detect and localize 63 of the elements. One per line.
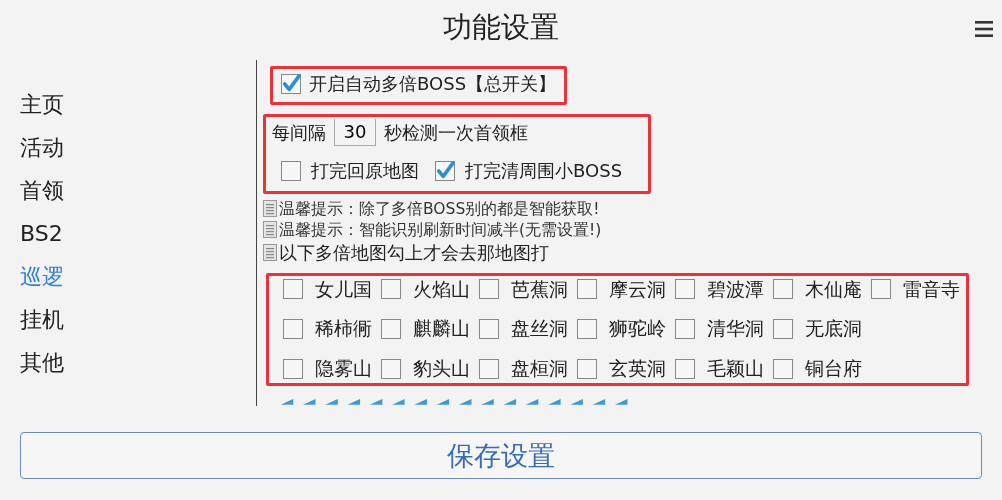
sidebar-item[interactable]: 其他: [20, 348, 64, 378]
checkbox-label: 稀柿衕: [315, 317, 372, 341]
checkbox[interactable]: [479, 358, 499, 379]
checkbox[interactable]: [577, 318, 597, 339]
checkbox[interactable]: [773, 279, 793, 299]
checkbox-label: 盘丝洞: [511, 317, 568, 341]
checkbox-label: 毛颖山: [707, 357, 764, 380]
checkbox-label: 芭蕉洞: [511, 277, 568, 301]
checkbox-label: 无底洞: [805, 317, 862, 341]
sidebar-item[interactable]: 巡逻: [20, 262, 64, 292]
checkbox-label: 摩云洞: [609, 277, 666, 301]
checkbox-label: 玄英洞: [609, 357, 666, 380]
tip-text: 温馨提示：智能识别刷新时间减半(无需设置!): [279, 219, 602, 240]
checkbox[interactable]: [675, 279, 695, 299]
sidebar-item[interactable]: 主页: [20, 90, 64, 120]
tip-text: 以下多倍地图勾上才会去那地图打: [279, 240, 549, 265]
checkbox-label: 铜台府: [805, 357, 862, 380]
interval-label: 每间隔: [272, 121, 326, 144]
checkbox-label: 碧波潭: [707, 277, 764, 301]
checkbox[interactable]: [281, 160, 301, 181]
checkbox-label: 盘桓洞: [511, 357, 568, 380]
checkbox[interactable]: [435, 160, 455, 181]
checkbox-label: 打完清周围小BOSS: [465, 159, 623, 182]
sidebar-item[interactable]: 首领: [20, 176, 64, 206]
checkbox-label: 打完回原地图: [311, 159, 419, 182]
interval-field[interactable]: 30: [334, 118, 376, 146]
checkbox-label: 木仙庵: [805, 277, 862, 301]
checkbox[interactable]: [577, 279, 597, 299]
checkbox[interactable]: [281, 73, 301, 94]
interval-label: 秒检测一次首领框: [384, 121, 528, 144]
tip-text: 温馨提示：除了多倍BOSS别的都是智能获取!: [279, 198, 600, 219]
document-icon: [263, 200, 277, 218]
checkbox[interactable]: [479, 318, 499, 339]
checkbox[interactable]: [577, 358, 597, 379]
checkbox-label: 清华洞: [707, 317, 764, 341]
checkbox[interactable]: [675, 318, 695, 339]
checkbox[interactable]: [675, 358, 695, 379]
checkbox[interactable]: [283, 279, 303, 299]
checkbox-label: 开启自动多倍BOSS【总开关】: [309, 73, 557, 95]
checkbox-label: 隐雾山: [315, 357, 372, 380]
checkbox-label: 雷音寺: [903, 277, 960, 301]
document-icon: [263, 244, 277, 262]
sidebar-item[interactable]: 活动: [20, 133, 64, 163]
checkbox[interactable]: [381, 358, 401, 379]
checkbox-label: 女儿国: [315, 277, 372, 301]
menu-icon[interactable]: [974, 20, 994, 38]
checkbox-label: 火焰山: [413, 277, 470, 301]
sidebar-item[interactable]: 挂机: [20, 305, 64, 335]
checkbox-label: 麒麟山: [413, 317, 470, 341]
checkbox-label: 狮驼岭: [609, 317, 666, 341]
checkbox-label: 豹头山: [413, 357, 470, 380]
sidebar-item[interactable]: BS2: [20, 219, 63, 249]
checkbox[interactable]: [381, 318, 401, 339]
checkbox[interactable]: [871, 279, 891, 299]
checkbox[interactable]: [773, 358, 793, 379]
document-icon: [263, 221, 277, 239]
checkbox[interactable]: [283, 318, 303, 339]
checkbox[interactable]: [479, 279, 499, 299]
save-button[interactable]: 保存设置: [20, 432, 982, 479]
checkbox[interactable]: [283, 358, 303, 379]
checkbox[interactable]: [773, 318, 793, 339]
checkbox[interactable]: [381, 279, 401, 299]
screen-title: 功能设置: [443, 9, 559, 46]
